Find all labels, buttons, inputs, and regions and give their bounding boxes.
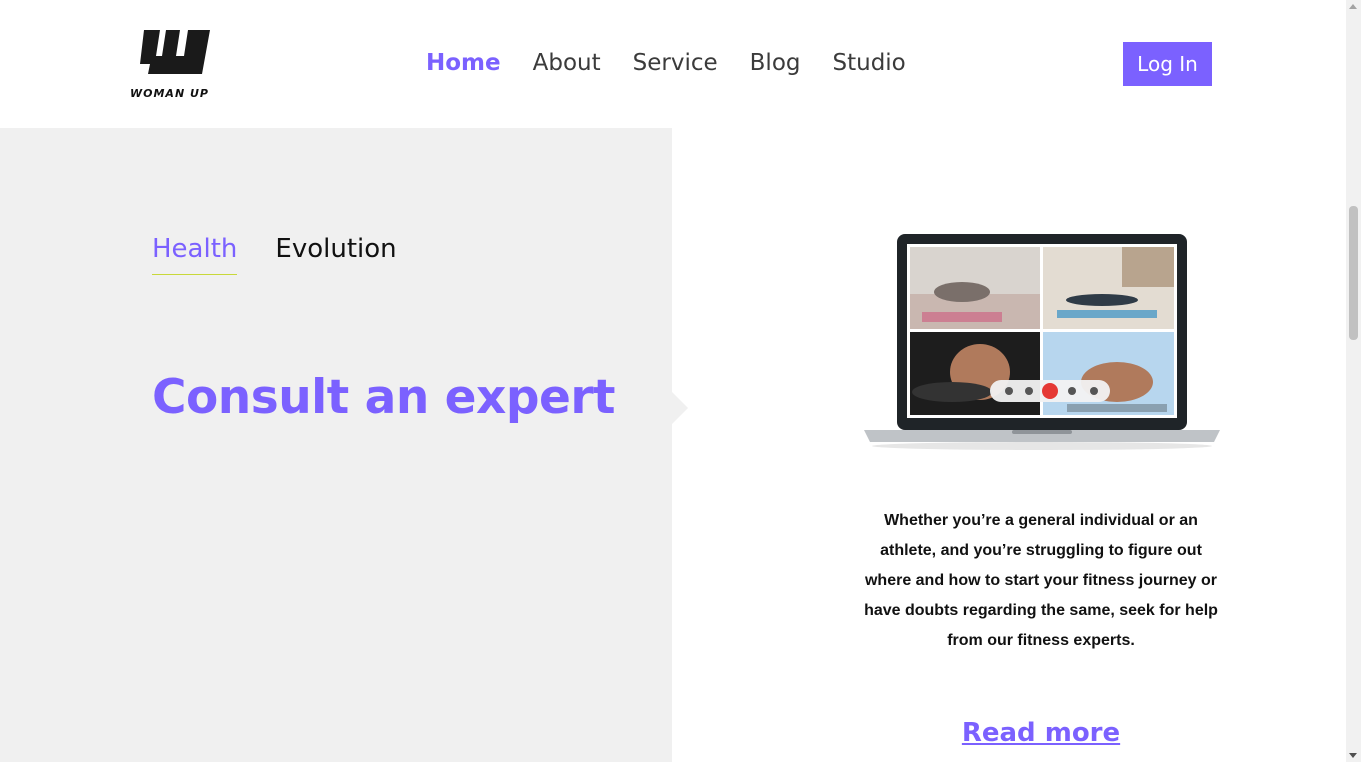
page-scrollbar[interactable] — [1346, 0, 1361, 762]
nav-item-home[interactable]: Home — [426, 44, 501, 82]
laptop-video-call-image — [862, 232, 1222, 452]
nav-item-studio[interactable]: Studio — [833, 44, 906, 82]
main-nav: Home About Service Blog Studio — [426, 44, 938, 82]
brand-logo[interactable]: WOMAN UP — [128, 26, 218, 106]
scroll-down-arrow-icon[interactable] — [1349, 753, 1357, 758]
service-description: Whether you’re a general individual or a… — [864, 512, 1218, 649]
nav-item-service[interactable]: Service — [633, 44, 718, 82]
login-button[interactable]: Log In — [1123, 42, 1212, 86]
read-more-link[interactable]: Read more — [856, 718, 1226, 748]
hero-headline: Consult an expert — [152, 370, 616, 425]
panel-arrow — [672, 392, 688, 424]
topic-tabs: Health Evolution — [152, 232, 435, 275]
brand-name: WOMAN UP — [130, 87, 209, 100]
tab-health[interactable]: Health — [152, 232, 238, 275]
nav-item-about[interactable]: About — [533, 44, 601, 82]
site-header: WOMAN UP Home About Service Blog Studio … — [0, 0, 1346, 128]
nav-item-blog[interactable]: Blog — [750, 44, 801, 82]
hero-left-panel — [0, 128, 672, 762]
page: WOMAN UP Home About Service Blog Studio … — [0, 0, 1361, 762]
logo-mark-icon — [140, 30, 210, 74]
scroll-up-arrow-icon[interactable] — [1349, 4, 1357, 9]
scroll-thumb[interactable] — [1349, 206, 1358, 340]
tab-evolution[interactable]: Evolution — [275, 232, 396, 275]
